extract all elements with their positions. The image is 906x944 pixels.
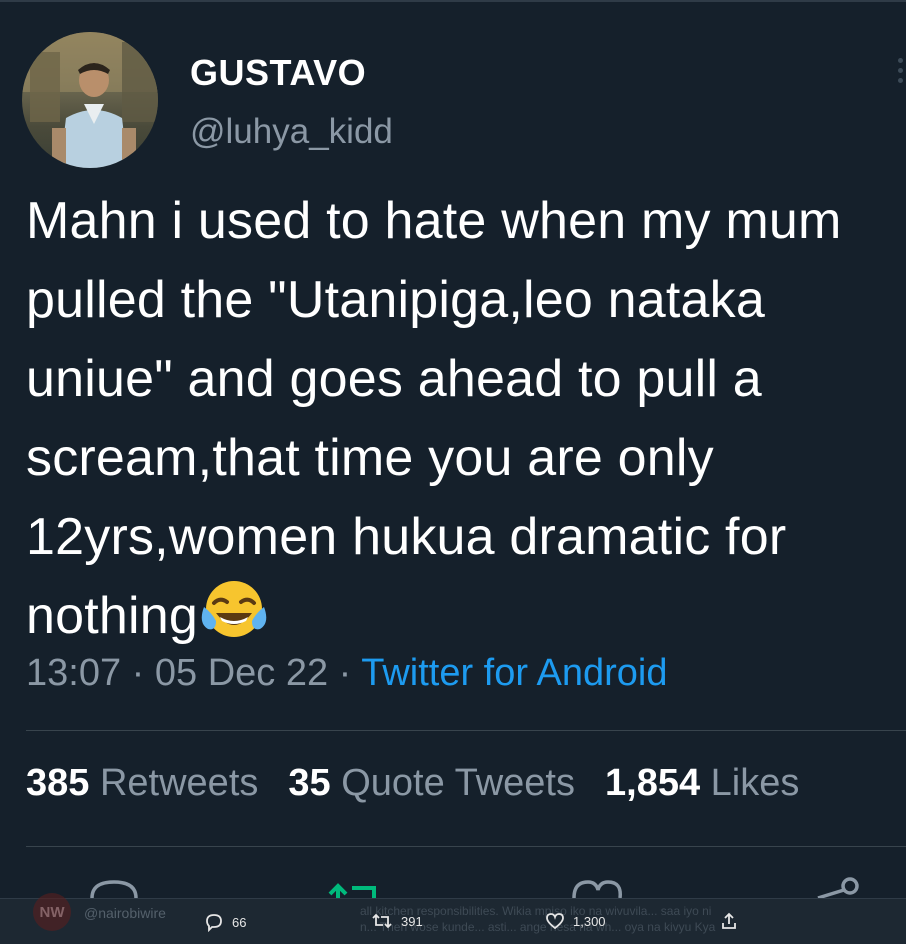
tweet-stats: 385 Retweets 35 Quote Tweets 1,854 Likes — [26, 762, 799, 805]
retweets-label: Retweets — [99, 762, 259, 804]
tweet-time[interactable]: 13:07 — [26, 652, 121, 694]
share-icon — [722, 912, 736, 929]
ghost-tweet-text: all kitchen responsibilities. Wikia mpis… — [360, 903, 900, 935]
tweet-text: Mahn i used to hate when my mum pulled t… — [26, 182, 896, 656]
retweet-count: 391 — [401, 913, 423, 929]
retweet-icon — [372, 913, 392, 929]
share-button[interactable] — [720, 912, 738, 930]
meta-separator: · — [131, 652, 145, 694]
tweet-date[interactable]: 05 Dec 22 — [155, 652, 328, 694]
reply-icon — [206, 914, 222, 932]
ghost-line: n... Then wose kunde... asti... ange nes… — [360, 920, 716, 934]
account-handle[interactable]: @nairobiwire — [84, 905, 166, 921]
likes-count: 1,854 — [605, 762, 701, 804]
retweet-button[interactable]: 391 — [371, 912, 423, 930]
meta-separator: · — [338, 652, 352, 694]
likes-label: Likes — [710, 762, 800, 804]
avatar-photo — [22, 32, 158, 168]
reply-count: 66 — [232, 914, 247, 930]
retweet-icon[interactable] — [328, 883, 376, 898]
nairobiwire-logo[interactable]: NW — [33, 893, 71, 931]
top-border — [0, 0, 906, 2]
ghost-line: all kitchen responsibilities. Wikia mpis… — [360, 904, 712, 918]
display-name[interactable]: GUSTAVO — [190, 52, 366, 94]
share-icon[interactable] — [817, 877, 859, 900]
tweet-timestamp: 13:07 · 05 Dec 22 · Twitter for Android — [26, 652, 667, 695]
underlying-timeline-strip: NW @nairobiwire all kitchen responsibili… — [0, 893, 906, 944]
reply-icon[interactable] — [90, 880, 138, 899]
heart-icon — [546, 913, 564, 930]
like-button[interactable]: 1,300 — [545, 912, 606, 930]
tweet-source-link[interactable]: Twitter for Android — [361, 652, 667, 694]
quote-tweets-label: Quote Tweets — [341, 762, 575, 804]
quote-tweets-stat[interactable]: 35 Quote Tweets — [288, 762, 575, 804]
user-handle[interactable]: @luhya_kidd — [190, 112, 393, 152]
more-options-icon[interactable] — [896, 58, 904, 83]
retweets-stat[interactable]: 385 Retweets — [26, 762, 258, 804]
avatar[interactable] — [22, 32, 158, 168]
reply-button[interactable]: 66 — [204, 912, 246, 932]
like-count: 1,300 — [573, 913, 606, 929]
tears-of-joy-emoji-icon — [200, 577, 268, 645]
likes-stat[interactable]: 1,854 Likes — [605, 762, 799, 804]
quote-tweets-count: 35 — [288, 762, 331, 804]
retweets-count: 385 — [26, 762, 90, 804]
like-icon[interactable] — [572, 880, 622, 899]
tweet-body: Mahn i used to hate when my mum pulled t… — [26, 192, 842, 645]
divider — [26, 730, 906, 731]
divider — [26, 846, 906, 847]
